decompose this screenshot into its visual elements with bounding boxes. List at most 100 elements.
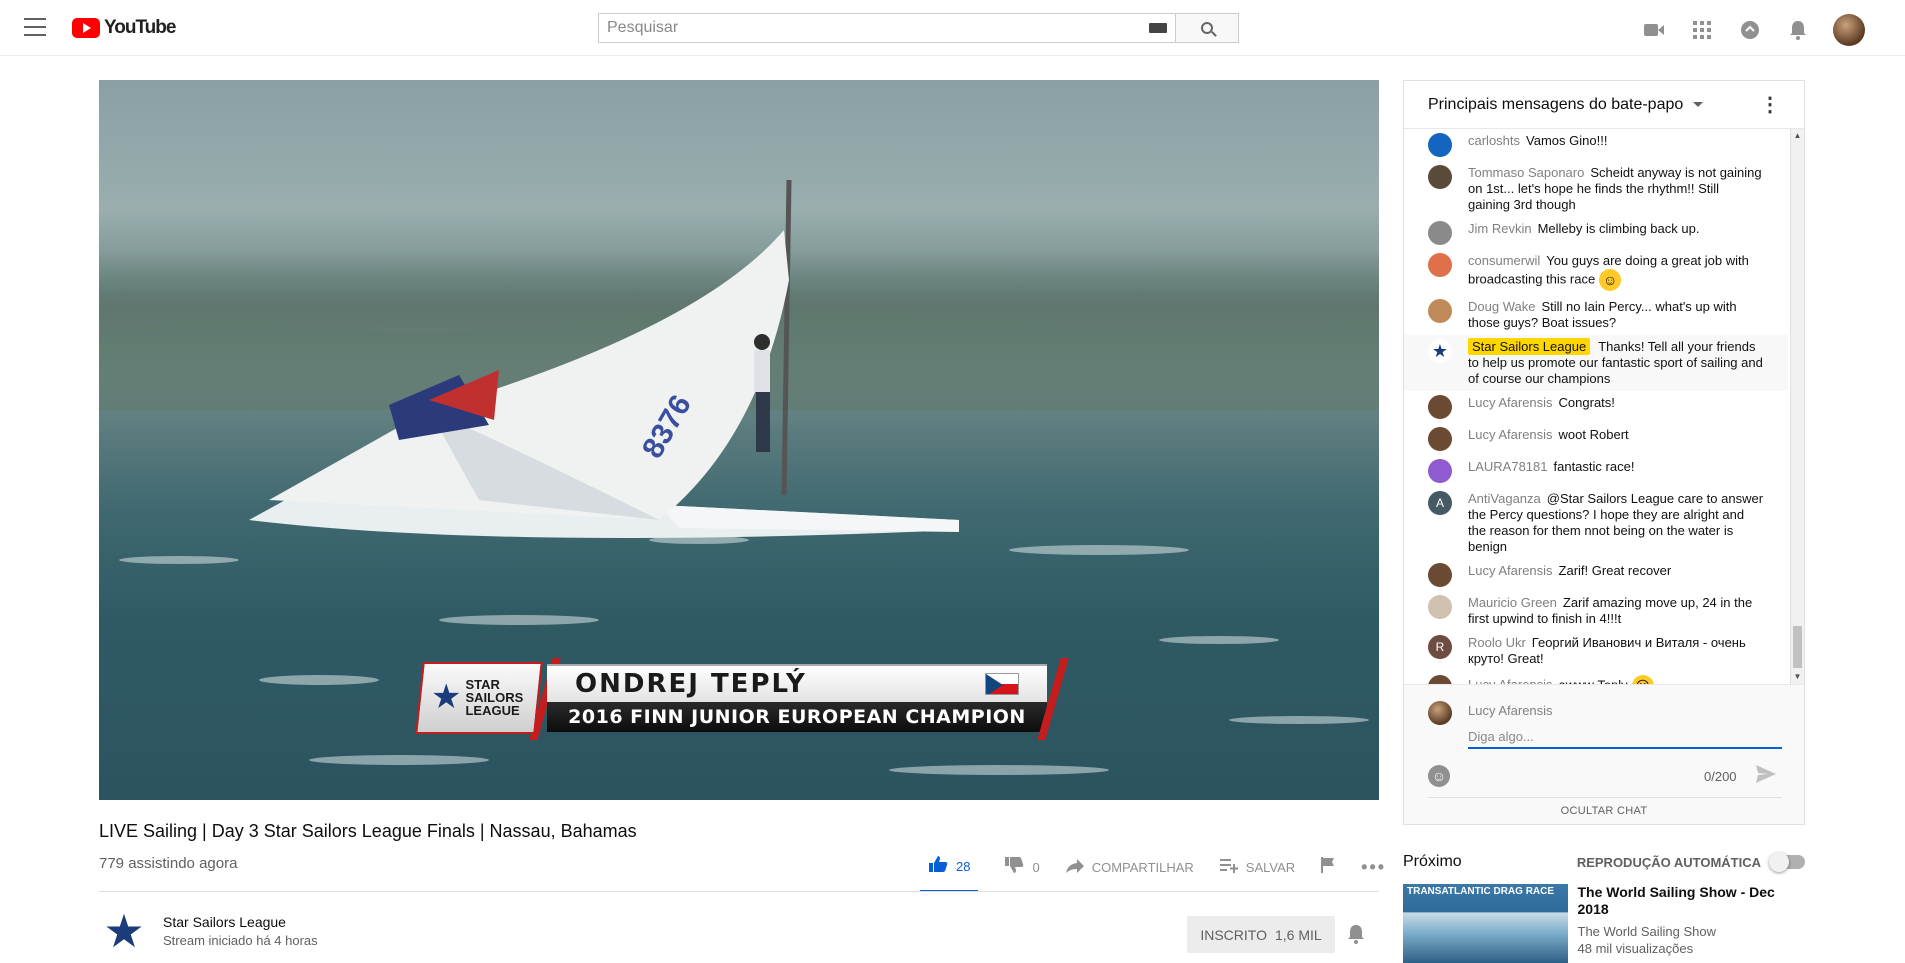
video-thumbnail[interactable]: TRANSATLANTIC DRAG RACE <box>1403 884 1568 963</box>
thumbs-up-icon <box>928 855 948 878</box>
report-button[interactable] <box>1321 842 1335 892</box>
chat-message[interactable]: Mauricio Green Zarif amazing move up, 24 … <box>1404 591 1788 631</box>
youtube-play-icon <box>72 18 100 38</box>
chat-message[interactable]: R Roolo Ukr Георгий Иванович и Виталя - оч… <box>1404 631 1788 671</box>
dislike-button[interactable]: 0 <box>1004 842 1040 892</box>
chat-message-body: Lucy Afarensisawww Teply☹ <box>1468 675 1654 684</box>
thumbs-down-icon <box>1004 856 1024 879</box>
youtube-logo[interactable]: YouTube <box>72 17 176 39</box>
chat-message[interactable]: Lucy Afarensis Zarif! Great recover <box>1404 559 1788 591</box>
chat-author-name[interactable]: carloshts <box>1468 133 1520 148</box>
chat-author-name[interactable]: consumerwil <box>1468 253 1540 268</box>
chat-message-body: Lucy Afarensis Zarif! Great recover <box>1468 563 1671 587</box>
chat-message-input[interactable]: Diga algo... <box>1468 725 1782 749</box>
chat-author-name[interactable]: Jim Revkin <box>1468 221 1532 236</box>
video-player[interactable]: ★ STAR SAILORS LEAGUE ONDREJ TEPLÝ 2016 … <box>99 80 1379 800</box>
scroll-down-icon[interactable]: ▼ <box>1793 672 1802 682</box>
chat-scrollbar[interactable]: ▲ ▼ <box>1790 129 1804 684</box>
chat-author-avatar: R <box>1428 635 1452 659</box>
chevron-down-icon <box>1693 102 1704 107</box>
subscribe-button[interactable]: INSCRITO 1,6 MIL <box>1187 916 1335 953</box>
share-button[interactable]: COMPARTILHAR <box>1065 842 1194 892</box>
like-button[interactable]: 28 <box>920 842 979 892</box>
chat-input-panel: Lucy Afarensis Diga algo... ☺ 0/200 OCUL… <box>1404 684 1804 824</box>
chat-author-name[interactable]: AntiVaganza <box>1468 491 1541 506</box>
chat-author-name[interactable]: Tommaso Saponaro <box>1468 165 1584 180</box>
chat-message-text: fantastic race! <box>1553 459 1635 474</box>
chat-message[interactable]: carloshts Vamos Gino!!! <box>1404 129 1788 161</box>
search-input[interactable]: Pesquisar <box>598 13 1175 43</box>
chat-author-name[interactable]: Lucy Afarensis <box>1468 563 1553 578</box>
up-next-video[interactable]: TRANSATLANTIC DRAG RACE The World Sailin… <box>1403 884 1805 963</box>
chat-author-name[interactable]: Doug Wake <box>1468 299 1535 314</box>
save-button[interactable]: SALVAR <box>1219 842 1295 892</box>
chat-message-body: Star Sailors League Thanks! Tell all your… <box>1468 338 1764 387</box>
chat-message[interactable]: A AntiVaganza @Star Sailors League care to… <box>1404 487 1788 559</box>
czech-flag-icon <box>985 673 1019 695</box>
chat-message-text: Vamos Gino!!! <box>1526 133 1608 148</box>
create-video-icon[interactable] <box>1641 17 1667 43</box>
messages-icon[interactable] <box>1737 17 1763 43</box>
stream-start-info: Stream iniciado há 4 horas <box>163 933 318 948</box>
chat-author-name[interactable]: Mauricio Green <box>1468 595 1557 610</box>
autoplay-toggle[interactable] <box>1769 852 1805 872</box>
chat-author-avatar <box>1428 563 1452 587</box>
up-next-views: 48 mil visualizações <box>1577 941 1694 956</box>
chat-author-avatar <box>1428 221 1452 245</box>
video-title: LIVE Sailing | Day 3 Star Sailors League… <box>99 821 637 841</box>
chat-message[interactable]: Jim Revkin Melleby is climbing back up. <box>1404 217 1788 249</box>
hide-chat-button[interactable]: OCULTAR CHAT <box>1404 805 1804 817</box>
chat-message[interactable]: Tommaso Saponaro Scheidt anyway is not ga… <box>1404 161 1788 217</box>
subscriber-count: 1,6 MIL <box>1274 926 1322 943</box>
channel-name[interactable]: Star Sailors League <box>163 914 318 930</box>
more-actions-button[interactable]: ••• <box>1361 842 1386 892</box>
chat-author-avatar <box>1428 395 1452 419</box>
chat-message-text: Melleby is climbing back up. <box>1537 221 1700 236</box>
keyboard-icon[interactable] <box>1149 23 1167 33</box>
search-box: Pesquisar <box>598 13 1239 43</box>
overlay-title-bar: 2016 FINN JUNIOR EUROPEAN CHAMPION <box>547 702 1047 732</box>
view-count: 779 assistindo agora <box>99 855 238 872</box>
chat-message[interactable]: Lucy Afarensis Congrats! <box>1404 391 1788 423</box>
chat-mode-dropdown[interactable]: Principais mensagens do bate-papo <box>1428 96 1704 114</box>
overlay-logo: ★ STAR SAILORS LEAGUE <box>431 672 527 722</box>
chat-author-name[interactable]: Lucy Afarensis <box>1468 395 1553 410</box>
share-icon <box>1065 857 1084 878</box>
chat-message[interactable]: LAURA78181 fantastic race! <box>1404 455 1788 487</box>
notifications-icon[interactable] <box>1785 17 1811 43</box>
chat-user-name: Lucy Afarensis <box>1468 703 1553 718</box>
emoji-icon: ☹ <box>1631 675 1654 684</box>
share-label: COMPARTILHAR <box>1091 859 1194 875</box>
channel-owner: ★ Star Sailors League Stream iniciado há… <box>99 906 318 956</box>
send-icon[interactable] <box>1756 765 1776 789</box>
chat-message[interactable]: Lucy Afarensisawww Teply☹ <box>1404 671 1788 684</box>
emoji-picker-icon[interactable]: ☺ <box>1428 765 1450 787</box>
chat-input-divider <box>1428 797 1782 798</box>
chat-message[interactable]: Doug Wake Still no Iain Percy... what's u… <box>1404 295 1788 335</box>
chat-message[interactable]: Lucy Afarensis woot Robert <box>1404 423 1788 455</box>
chat-message-body: Doug Wake Still no Iain Percy... what's u… <box>1468 299 1764 331</box>
chat-author-name[interactable]: Roolo Ukr <box>1468 635 1526 650</box>
up-next-video-title[interactable]: The World Sailing Show - Dec 2018 <box>1578 884 1806 918</box>
guide-menu-button[interactable] <box>24 18 46 36</box>
more-vert-icon[interactable]: ⋮ <box>1760 92 1780 117</box>
chat-message[interactable]: ★ Star Sailors League Thanks! Tell all you… <box>1404 335 1788 391</box>
channel-avatar[interactable]: ★ <box>99 906 149 956</box>
search-button[interactable] <box>1175 13 1239 43</box>
apps-icon[interactable] <box>1689 17 1715 43</box>
chat-message[interactable]: consumerwil You guys are doing a great jo… <box>1404 249 1788 295</box>
chat-message-text: Zarif! Great recover <box>1558 563 1672 578</box>
chat-author-name[interactable]: Star Sailors League <box>1468 338 1591 355</box>
chat-author-avatar <box>1428 595 1452 619</box>
scroll-thumb[interactable] <box>1793 626 1802 668</box>
account-avatar[interactable] <box>1833 14 1865 46</box>
chat-author-name[interactable]: LAURA78181 <box>1468 459 1548 474</box>
chat-message-body: Jim Revkin Melleby is climbing back up. <box>1468 221 1699 245</box>
chat-messages[interactable]: carloshts Vamos Gino!!! Tommaso Saponaro Sc… <box>1404 129 1788 684</box>
scroll-up-icon[interactable]: ▲ <box>1793 131 1802 141</box>
more-horiz-icon: ••• <box>1361 856 1387 877</box>
chat-author-name[interactable]: Lucy Afarensis <box>1468 427 1553 442</box>
notification-bell-icon[interactable] <box>1347 924 1365 949</box>
like-count: 28 <box>956 858 971 874</box>
chat-message-body: consumerwil You guys are doing a great jo… <box>1468 253 1764 291</box>
